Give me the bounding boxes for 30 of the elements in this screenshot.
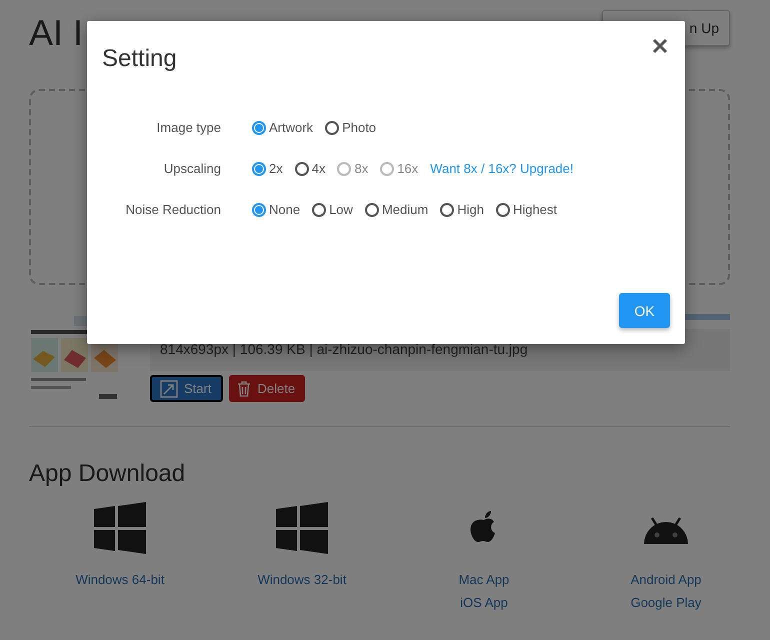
dialog-title: Setting — [102, 45, 177, 73]
section-heading: App Download — [29, 460, 186, 488]
radio-option[interactable]: None — [252, 202, 300, 217]
download-link[interactable]: iOS App — [460, 595, 508, 610]
windows-icon — [94, 502, 146, 554]
setting-label: Image type — [156, 120, 221, 135]
page-title: AI I — [29, 12, 84, 54]
download-link[interactable]: Google Play — [630, 595, 702, 610]
setting-label: Noise Reduction — [124, 202, 221, 217]
start-button[interactable]: Start — [150, 375, 224, 402]
radio-option[interactable]: Photo — [325, 120, 376, 135]
radio-option[interactable]: High — [440, 202, 484, 217]
radio-option[interactable]: Artwork — [252, 120, 314, 135]
upgrade-link[interactable]: Want 8x / 16x? Upgrade! — [430, 161, 574, 176]
radio-option[interactable]: Low — [312, 202, 353, 217]
setting-label: Upscaling — [162, 161, 221, 176]
download-link[interactable]: Windows 64-bit — [76, 572, 164, 587]
download-link[interactable]: Android App — [630, 572, 702, 587]
delete-button[interactable]: Delete — [229, 375, 306, 402]
radio-option[interactable]: 2x — [252, 161, 283, 176]
radio-option[interactable]: Medium — [364, 202, 428, 217]
windows-icon — [276, 502, 328, 554]
expand-icon — [160, 380, 178, 398]
download-link[interactable]: Windows 32-bit — [258, 572, 346, 587]
radio-option[interactable]: 4x — [294, 161, 326, 176]
radio-option[interactable]: Highest — [496, 202, 558, 217]
close-button[interactable] — [651, 37, 669, 55]
ok-button[interactable]: OK — [619, 293, 670, 328]
download-link[interactable]: Mac App — [458, 572, 510, 587]
trash-icon — [237, 380, 252, 396]
